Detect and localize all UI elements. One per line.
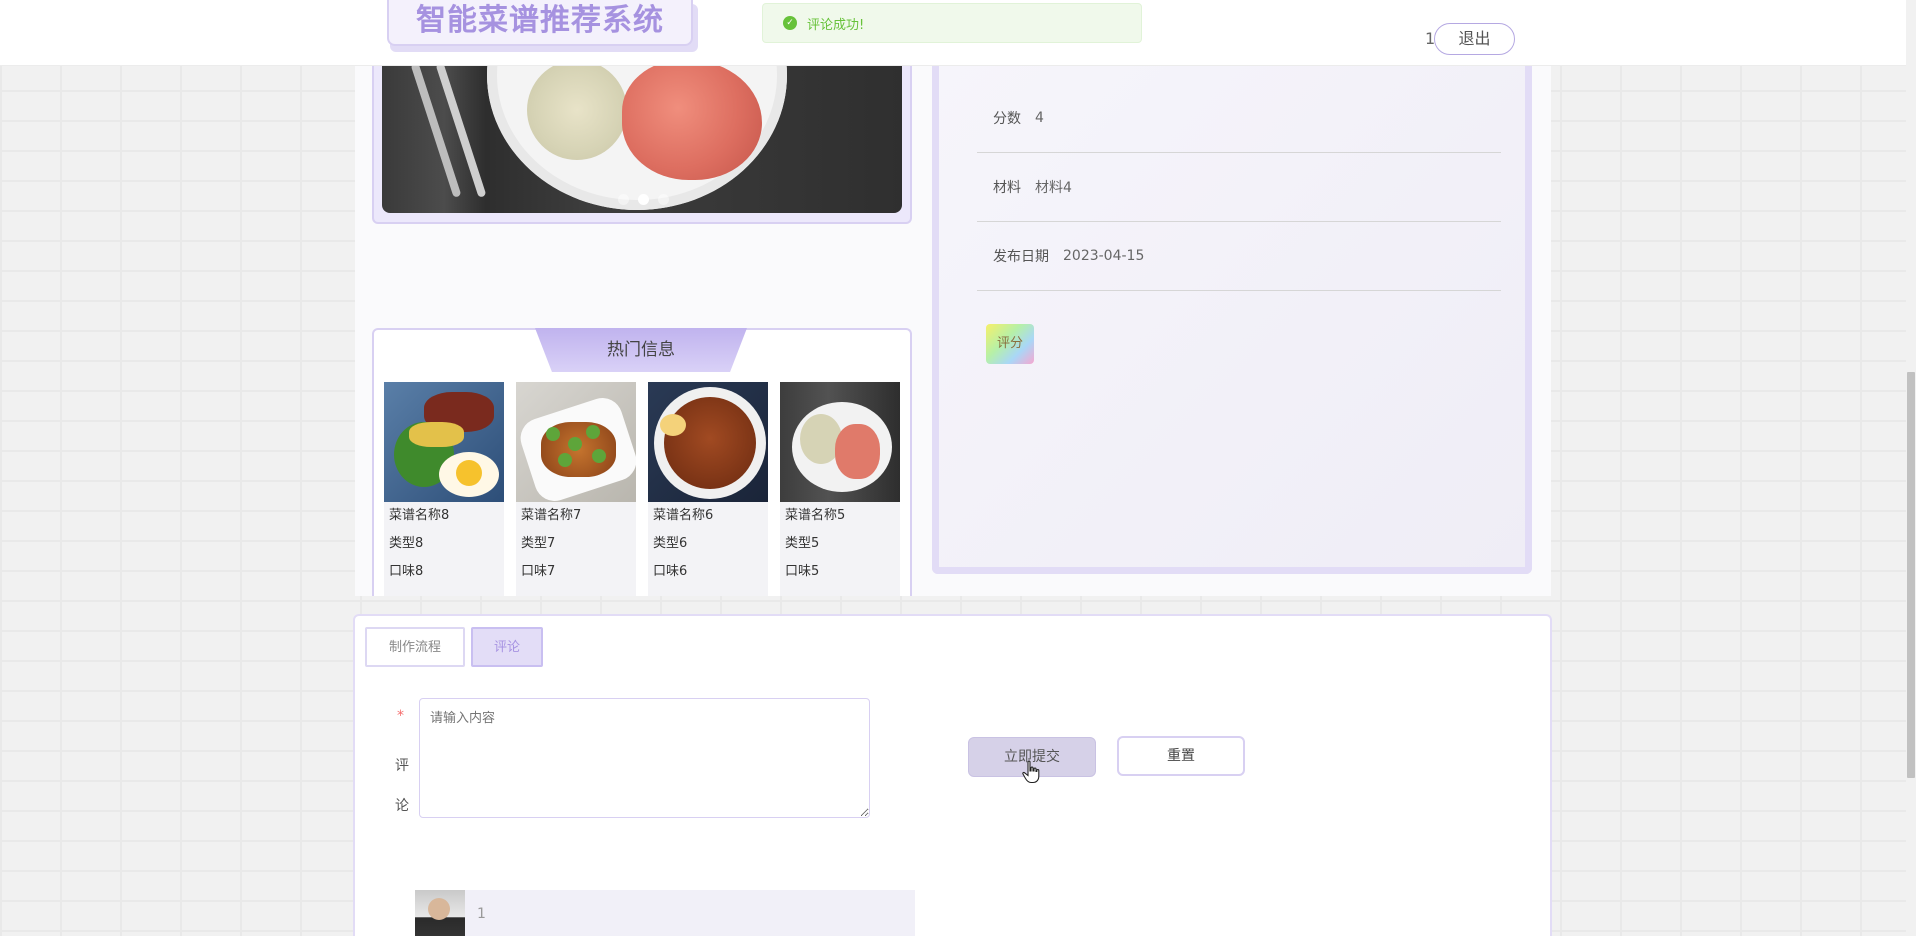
hot-item-taste: 口味6 bbox=[653, 564, 688, 579]
hot-item-name: 菜谱名称5 bbox=[785, 508, 846, 523]
comment-text: 1 bbox=[477, 906, 486, 922]
hot-item[interactable]: 菜谱名称7 类型7 口味7 bbox=[516, 382, 636, 596]
detail-label: 发布日期 bbox=[993, 249, 1049, 265]
scrollbar-thumb[interactable] bbox=[1907, 372, 1915, 778]
reset-button[interactable]: 重置 bbox=[1117, 736, 1245, 776]
hot-item-taste: 口味5 bbox=[785, 564, 820, 579]
dish-image[interactable] bbox=[516, 382, 636, 502]
detail-value: 2023-04-15 bbox=[1063, 248, 1145, 264]
hot-item-type: 类型6 bbox=[653, 536, 688, 551]
dish-image[interactable] bbox=[384, 382, 504, 502]
tabs-panel: 制作流程 评论 * 评论 立即提交 重置 1 bbox=[353, 614, 1552, 936]
hot-item[interactable]: 菜谱名称6 类型6 口味6 bbox=[648, 382, 768, 596]
detail-value: 材料4 bbox=[1035, 180, 1072, 196]
hot-item-name: 菜谱名称6 bbox=[653, 508, 714, 523]
carousel-dot[interactable] bbox=[658, 194, 669, 205]
detail-label: 材料 bbox=[993, 180, 1021, 196]
logout-button[interactable]: 退出 bbox=[1434, 23, 1515, 55]
carousel-indicators bbox=[618, 194, 669, 205]
knife-icon bbox=[435, 62, 487, 198]
dish-image[interactable] bbox=[780, 382, 900, 502]
recipe-detail-panel: 分数 4 材料 材料4 发布日期 2023-04-15 评分 bbox=[932, 60, 1532, 574]
detail-value: 4 bbox=[1035, 110, 1044, 126]
hot-item-type: 类型7 bbox=[521, 536, 556, 551]
user-avatar bbox=[415, 890, 465, 936]
rate-button[interactable]: 评分 bbox=[986, 324, 1034, 364]
dish-image[interactable] bbox=[648, 382, 768, 502]
comment-item: 1 bbox=[415, 890, 915, 936]
hot-info-title: 热门信息 bbox=[535, 328, 747, 372]
comment-label: 评论 bbox=[395, 758, 409, 814]
detail-row-date: 发布日期 2023-04-15 bbox=[977, 222, 1501, 291]
check-circle-icon: ✓ bbox=[783, 16, 797, 30]
rice-image bbox=[527, 60, 627, 160]
hand-cursor-icon bbox=[1022, 760, 1040, 784]
success-toast: ✓ 评论成功! bbox=[762, 3, 1142, 43]
tab-process[interactable]: 制作流程 bbox=[365, 627, 465, 667]
carousel-dot[interactable] bbox=[618, 194, 629, 205]
comment-input[interactable] bbox=[419, 698, 870, 818]
detail-row-score: 分数 4 bbox=[977, 84, 1501, 153]
hot-item-type: 类型5 bbox=[785, 536, 820, 551]
hot-item[interactable]: 菜谱名称8 类型8 口味8 bbox=[384, 382, 504, 596]
shrimp-image bbox=[622, 60, 762, 180]
hot-list: 菜谱名称8 类型8 口味8 菜谱名称7 类型7 口味7 菜谱名称6 类型6 口味… bbox=[384, 382, 900, 596]
hot-item-taste: 口味7 bbox=[521, 564, 556, 579]
required-mark: * bbox=[397, 708, 404, 724]
toast-message: 评论成功! bbox=[807, 17, 865, 33]
image-carousel[interactable] bbox=[372, 60, 912, 224]
hot-item-name: 菜谱名称7 bbox=[521, 508, 582, 523]
fork-icon bbox=[410, 62, 462, 198]
hot-item-taste: 口味8 bbox=[389, 564, 424, 579]
carousel-dot-active[interactable] bbox=[638, 194, 649, 205]
hot-item-type: 类型8 bbox=[389, 536, 424, 551]
detail-row-material: 材料 材料4 bbox=[977, 153, 1501, 222]
carousel-image bbox=[382, 60, 902, 213]
site-title[interactable]: 智能菜谱推荐系统 bbox=[387, 0, 693, 46]
hot-item[interactable]: 菜谱名称5 类型5 口味5 bbox=[780, 382, 900, 596]
hot-info-panel: 热门信息 菜谱名称8 类型8 口味8 菜谱名称7 类型7 口味7 菜谱名称6 类… bbox=[372, 328, 912, 596]
detail-label: 分数 bbox=[993, 111, 1021, 127]
tab-comment[interactable]: 评论 bbox=[471, 627, 543, 667]
hot-item-name: 菜谱名称8 bbox=[389, 508, 450, 523]
